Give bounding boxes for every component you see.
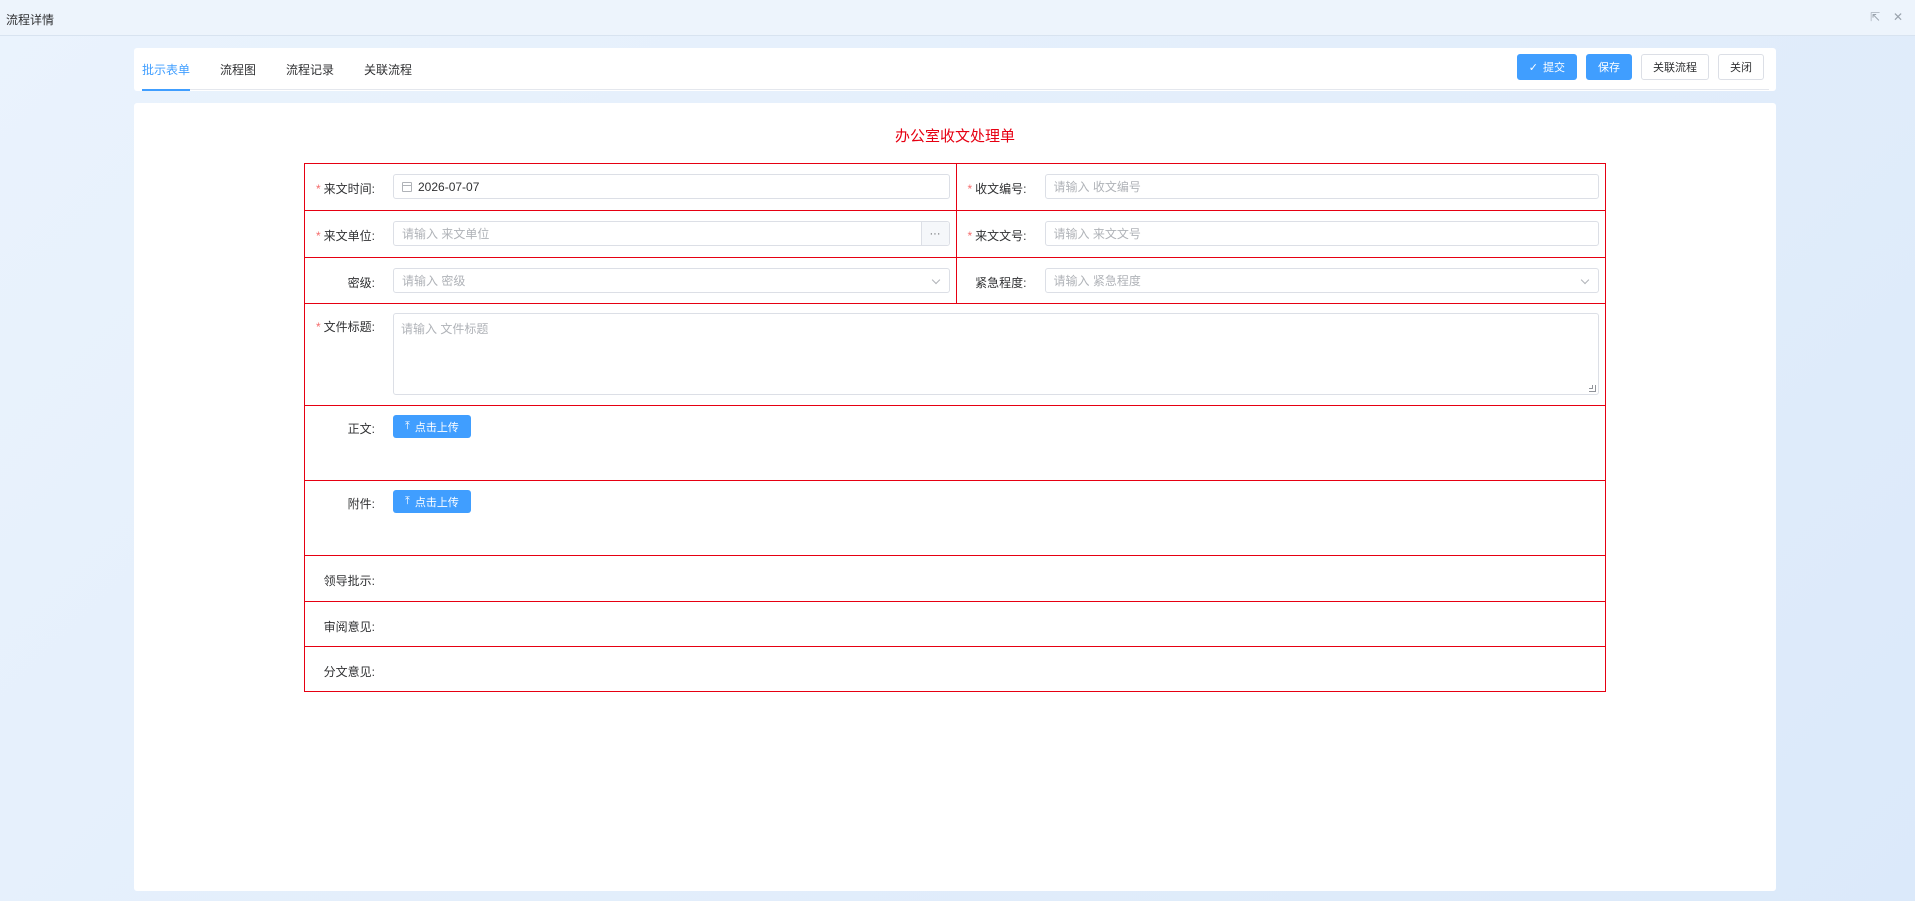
body-cell: 正文: ⤒ 点击上传 — [305, 406, 1605, 480]
attachment-upload-button[interactable]: ⤒ 点击上传 — [393, 490, 471, 513]
form-row: 密级: 请输入 密级 紧急程度: 请输入 紧急程度 — [305, 258, 1605, 304]
distribution-opinion-label: 分文意见: — [323, 665, 375, 679]
submit-button[interactable]: ✓ 提交 — [1516, 54, 1577, 80]
receive-time-label: * 来文时间: — [315, 182, 375, 196]
urgency-cell: 紧急程度: 请输入 紧急程度 — [955, 258, 1606, 303]
link-flow-button[interactable]: 关联流程 — [1641, 54, 1709, 80]
required-mark: * — [315, 182, 321, 196]
form-panel: 办公室收文处理单 * 来文时间: 2026-07-07 * 收文编号: 请输入 收文… — [134, 103, 1776, 891]
secret-level-select[interactable]: 请输入 密级 — [393, 268, 950, 293]
sender-unit-cell: * 来文单位: 请输入 来文单位 ··· — [305, 211, 956, 257]
form-row: * 文件标题: 请输入 文件标题 — [305, 304, 1605, 406]
doc-title-textarea[interactable]: 请输入 文件标题 — [393, 313, 1599, 395]
sender-unit-placeholder: 请输入 来文单位 — [402, 227, 490, 241]
leader-instruction-cell: 领导批示: — [305, 556, 1605, 601]
attachment-cell: 附件: ⤒ 点击上传 — [305, 481, 1605, 555]
save-button[interactable]: 保存 — [1586, 54, 1632, 80]
leader-instruction-label: 领导批示: — [323, 574, 375, 588]
upload-icon: ⤒ — [405, 420, 410, 432]
review-opinion-label: 审阅意见: — [323, 620, 375, 634]
doc-no-input[interactable]: 请输入 来文文号 — [1044, 221, 1599, 246]
body-upload-button[interactable]: ⤒ 点击上传 — [393, 415, 471, 438]
form-row: * 来文单位: 请输入 来文单位 ··· * 来文文号: 请输入 来文文号 — [305, 211, 1605, 258]
doc-no-placeholder: 请输入 来文文号 — [1053, 227, 1141, 241]
form-row: 审阅意见: — [305, 602, 1605, 647]
tab-linked-flow[interactable]: 关联流程 — [364, 48, 412, 90]
form-row: 附件: ⤒ 点击上传 — [305, 481, 1605, 556]
receive-time-date-picker[interactable]: 2026-07-07 — [393, 174, 950, 199]
urgency-select[interactable]: 请输入 紧急程度 — [1044, 268, 1599, 293]
secret-level-placeholder: 请输入 密级 — [402, 274, 466, 288]
urgency-label: 紧急程度: — [975, 276, 1027, 290]
body-upload-label: 点击上传 — [414, 421, 459, 434]
form-row: 正文: ⤒ 点击上传 — [305, 406, 1605, 481]
receipt-no-label: * 收文编号: — [967, 182, 1027, 196]
close-icon[interactable]: ✕ — [1891, 10, 1905, 24]
chevron-down-icon — [931, 275, 940, 285]
form-row: 分文意见: — [305, 647, 1605, 692]
check-icon: ✓ — [1528, 61, 1538, 74]
attachment-label: 附件: — [347, 497, 375, 511]
required-mark: * — [967, 182, 973, 196]
tab-flow-record[interactable]: 流程记录 — [286, 48, 334, 90]
receipt-no-input[interactable]: 请输入 收文编号 — [1044, 174, 1599, 199]
resize-handle-icon[interactable] — [1589, 385, 1596, 392]
receive-time-value: 2026-07-07 — [418, 179, 480, 194]
upload-icon: ⤒ — [405, 495, 410, 507]
form-title: 办公室收文处理单 — [894, 128, 1015, 145]
form-grid: * 来文时间: 2026-07-07 * 收文编号: 请输入 收文编号 * 来文单位:… — [304, 163, 1606, 692]
doc-title-cell: * 文件标题: 请输入 文件标题 — [305, 304, 1605, 405]
required-mark: * — [967, 229, 973, 243]
tab-bar: 批示表单 流程图 流程记录 关联流程 ✓ 提交 保存 关联流程 关闭 — [134, 48, 1776, 91]
window-title: 流程详情 — [6, 13, 55, 27]
form-row: 领导批示: — [305, 556, 1605, 602]
restore-icon[interactable]: ⇱ — [1868, 10, 1882, 24]
action-buttons: ✓ 提交 保存 关联流程 关闭 — [1516, 54, 1764, 80]
required-mark: * — [315, 320, 321, 334]
review-opinion-cell: 审阅意见: — [305, 602, 1605, 646]
calendar-icon — [402, 181, 412, 192]
sender-unit-input[interactable]: 请输入 来文单位 ··· — [393, 221, 950, 246]
receipt-no-placeholder: 请输入 收文编号 — [1053, 180, 1141, 194]
tab-approval-form[interactable]: 批示表单 — [142, 48, 191, 91]
required-mark: * — [315, 229, 321, 243]
doc-title-label: * 文件标题: — [315, 320, 375, 334]
submit-label: 提交 — [1543, 62, 1565, 74]
receive-time-cell: * 来文时间: 2026-07-07 — [305, 164, 956, 210]
tab-flowchart[interactable]: 流程图 — [220, 48, 256, 90]
doc-title-placeholder: 请输入 文件标题 — [401, 322, 489, 336]
more-icon[interactable]: ··· — [920, 222, 949, 245]
sender-unit-label: * 来文单位: — [315, 229, 375, 243]
body-label: 正文: — [347, 422, 375, 436]
doc-no-label: * 来文文号: — [967, 229, 1027, 243]
secret-level-label: 密级: — [347, 276, 375, 290]
receipt-no-cell: * 收文编号: 请输入 收文编号 — [955, 164, 1606, 210]
window-titlebar: 流程详情 ⇱ ✕ — [0, 0, 1915, 36]
chevron-down-icon — [1580, 275, 1590, 285]
close-button[interactable]: 关闭 — [1718, 54, 1764, 80]
distribution-opinion-cell: 分文意见: — [305, 647, 1605, 691]
doc-no-cell: * 来文文号: 请输入 来文文号 — [955, 211, 1606, 257]
form-row: * 来文时间: 2026-07-07 * 收文编号: 请输入 收文编号 — [305, 164, 1605, 211]
secret-level-cell: 密级: 请输入 密级 — [305, 258, 956, 303]
urgency-placeholder: 请输入 紧急程度 — [1053, 274, 1141, 288]
attachment-upload-label: 点击上传 — [414, 496, 459, 509]
